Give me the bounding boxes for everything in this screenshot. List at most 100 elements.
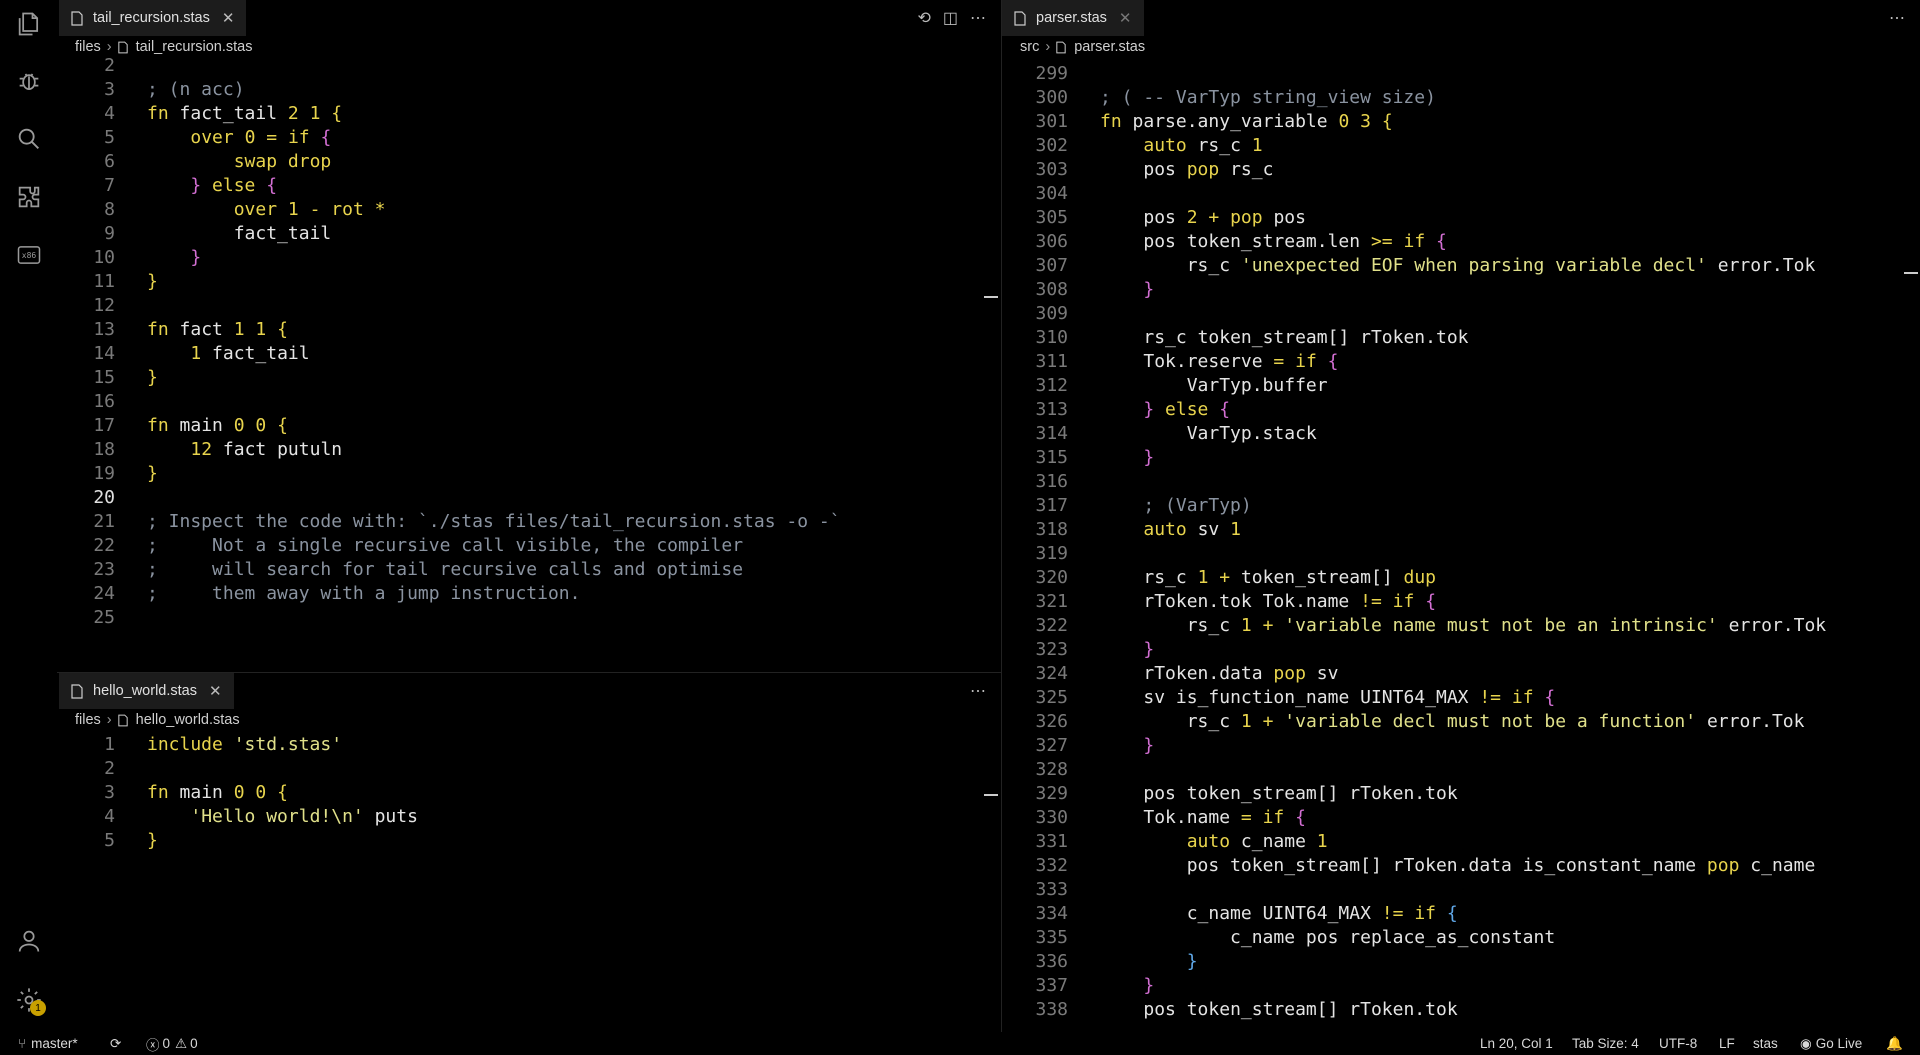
encoding[interactable]: UTF-8 xyxy=(1659,1032,1697,1055)
code-line[interactable]: 320 rs_c 1 + token_stream[] dup xyxy=(1002,566,1920,590)
code-line[interactable]: 21 ; Inspect the code with: `./stas files… xyxy=(57,510,1001,534)
breadcrumb-file[interactable]: hello_world.stas xyxy=(136,712,240,728)
debug-icon[interactable] xyxy=(14,66,44,96)
code-line[interactable]: 3 ; (n acc) xyxy=(57,78,1001,102)
code-line[interactable]: 22 ; Not a single recursive call visible,… xyxy=(57,534,1001,558)
code-line[interactable]: 4 fn fact_tail 2 1 { xyxy=(57,102,1001,126)
tab-parser[interactable]: parser.stas ✕ xyxy=(1002,0,1144,36)
code-line[interactable]: 307 rs_c 'unexpected EOF when parsing va… xyxy=(1002,254,1920,278)
notifications-icon[interactable]: 🔔 xyxy=(1886,1032,1903,1055)
code-line[interactable]: 18 12 fact putuln xyxy=(57,438,1001,462)
code-line[interactable]: 5 over 0 = if { xyxy=(57,126,1001,150)
code-line[interactable]: 3 fn main 0 0 { xyxy=(57,781,1001,805)
breadcrumb-file[interactable]: tail_recursion.stas xyxy=(136,39,253,55)
code-line[interactable]: 302 auto rs_c 1 xyxy=(1002,134,1920,158)
code-line[interactable]: 4 'Hello world!\n' puts xyxy=(57,805,1001,829)
code-line[interactable]: 11} xyxy=(57,270,1001,294)
code-line[interactable]: 334 c_name UINT64_MAX != if { xyxy=(1002,902,1920,926)
code-line[interactable]: 301 fn parse.any_variable 0 3 { xyxy=(1002,110,1920,134)
code-line[interactable]: 317 ; (VarTyp) xyxy=(1002,494,1920,518)
close-icon[interactable]: ✕ xyxy=(1119,9,1132,27)
code-line[interactable]: 331 auto c_name 1 xyxy=(1002,830,1920,854)
code-line[interactable]: 6 swap drop xyxy=(57,150,1001,174)
code-line[interactable]: 20 xyxy=(57,486,1001,510)
tab-hello-world[interactable]: hello_world.stas ✕ xyxy=(59,673,234,709)
sync-icon[interactable]: ⟳ xyxy=(110,1032,121,1055)
code-line[interactable]: 328 xyxy=(1002,758,1920,782)
code-line[interactable]: 303 pos pop rs_c xyxy=(1002,158,1920,182)
code-line[interactable]: 310 rs_c token_stream[] rToken.tok xyxy=(1002,326,1920,350)
code-line[interactable]: 311 Tok.reserve = if { xyxy=(1002,350,1920,374)
code-line[interactable]: 325 sv is_function_name UINT64_MAX != if… xyxy=(1002,686,1920,710)
pane-divider[interactable] xyxy=(57,672,1001,673)
code-line[interactable]: 329 pos token_stream[] rToken.tok xyxy=(1002,782,1920,806)
x86-icon[interactable]: x86 xyxy=(14,240,44,270)
code-line[interactable]: 330 Tok.name = if { xyxy=(1002,806,1920,830)
code-line[interactable]: 324 rToken.data pop sv xyxy=(1002,662,1920,686)
code-line[interactable]: 306 pos token_stream.len >= if { xyxy=(1002,230,1920,254)
code-line[interactable]: 25 xyxy=(57,606,1001,630)
code-line[interactable]: 327 } xyxy=(1002,734,1920,758)
code-line[interactable]: 1 include 'std.stas' xyxy=(57,733,1001,757)
breadcrumb-file[interactable]: parser.stas xyxy=(1074,39,1145,55)
code-line[interactable]: 338 pos token_stream[] rToken.tok xyxy=(1002,998,1920,1022)
code-line[interactable]: 15} xyxy=(57,366,1001,390)
code-line[interactable]: 313 } else { xyxy=(1002,398,1920,422)
code-line[interactable]: 24 ; them away with a jump instruction. xyxy=(57,582,1001,606)
code-line[interactable]: 17 fn main 0 0 { xyxy=(57,414,1001,438)
more-actions-icon[interactable]: ⋯ xyxy=(970,8,986,28)
code-line[interactable]: 318 auto sv 1 xyxy=(1002,518,1920,542)
code-line[interactable]: 333 xyxy=(1002,878,1920,902)
code-line[interactable]: 312 VarTyp.buffer xyxy=(1002,374,1920,398)
language-mode[interactable]: stas xyxy=(1753,1032,1778,1055)
code-editor[interactable]: 299 300; ( -- VarTyp string_view size) 301… xyxy=(1002,62,1920,1022)
tab-tail-recursion[interactable]: tail_recursion.stas ✕ xyxy=(59,0,247,36)
code-line[interactable]: 326 rs_c 1 + 'variable decl must not be … xyxy=(1002,710,1920,734)
split-editor-icon[interactable]: ◫ xyxy=(943,8,958,28)
code-line[interactable]: 332 pos token_stream[] rToken.data is_co… xyxy=(1002,854,1920,878)
code-line[interactable]: 9 fact_tail xyxy=(57,222,1001,246)
history-icon[interactable]: ⟲ xyxy=(917,8,930,28)
line-ending[interactable]: LF xyxy=(1719,1032,1735,1055)
code-line[interactable]: 300 ; ( -- VarTyp string_view size) xyxy=(1002,86,1920,110)
code-line[interactable]: 5} xyxy=(57,829,1001,853)
code-line[interactable]: 335 c_name pos replace_as_constant xyxy=(1002,926,1920,950)
code-line[interactable]: 299 xyxy=(1002,62,1920,86)
code-editor[interactable]: 2 3; (n acc) 4 fn fact_tail 2 1 {5 over 0 =… xyxy=(57,54,1001,630)
code-line[interactable]: 2 xyxy=(57,54,1001,78)
search-icon[interactable] xyxy=(14,124,44,154)
code-line[interactable]: 16 xyxy=(57,390,1001,414)
code-line[interactable]: 316 xyxy=(1002,470,1920,494)
code-line[interactable]: 23 ; will search for tail recursive calls… xyxy=(57,558,1001,582)
code-line[interactable]: 319 xyxy=(1002,542,1920,566)
code-line[interactable]: 10 } xyxy=(57,246,1001,270)
code-line[interactable]: 13 fn fact 1 1 { xyxy=(57,318,1001,342)
code-line[interactable]: 7 } else { xyxy=(57,174,1001,198)
code-line[interactable]: 2 xyxy=(57,757,1001,781)
close-icon[interactable]: ✕ xyxy=(209,682,222,700)
code-line[interactable]: 12 xyxy=(57,294,1001,318)
code-line[interactable]: 323 } xyxy=(1002,638,1920,662)
code-line[interactable]: 321 rToken.tok Tok.name != if { xyxy=(1002,590,1920,614)
code-line[interactable]: 314 VarTyp.stack xyxy=(1002,422,1920,446)
code-line[interactable]: 8 over 1 - rot * xyxy=(57,198,1001,222)
breadcrumb-folder[interactable]: src xyxy=(1020,39,1039,55)
code-line[interactable]: 305 pos 2 + pop pos xyxy=(1002,206,1920,230)
tab-size[interactable]: Tab Size: 4 xyxy=(1572,1032,1639,1055)
more-actions-icon[interactable]: ⋯ xyxy=(970,681,986,701)
code-line[interactable]: 315 } xyxy=(1002,446,1920,470)
branch-indicator[interactable]: ⑂ master* xyxy=(18,1032,78,1055)
more-actions-icon[interactable]: ⋯ xyxy=(1889,8,1905,28)
code-editor[interactable]: 1 include 'std.stas' 2 3 fn main 0 0 {4 'Hel… xyxy=(57,733,1001,853)
code-line[interactable]: 322 rs_c 1 + 'variable name must not be … xyxy=(1002,614,1920,638)
code-line[interactable]: 337 } xyxy=(1002,974,1920,998)
cursor-position[interactable]: Ln 20, Col 1 xyxy=(1480,1032,1553,1055)
breadcrumb-folder[interactable]: files xyxy=(75,712,101,728)
code-line[interactable]: 309 xyxy=(1002,302,1920,326)
extensions-icon[interactable] xyxy=(14,182,44,212)
code-line[interactable]: 14 1 fact_tail xyxy=(57,342,1001,366)
problems-indicator[interactable]: ⓧ 0 ⚠ 0 xyxy=(146,1032,198,1055)
code-line[interactable]: 304 xyxy=(1002,182,1920,206)
code-line[interactable]: 308 } xyxy=(1002,278,1920,302)
close-icon[interactable]: ✕ xyxy=(222,9,235,27)
